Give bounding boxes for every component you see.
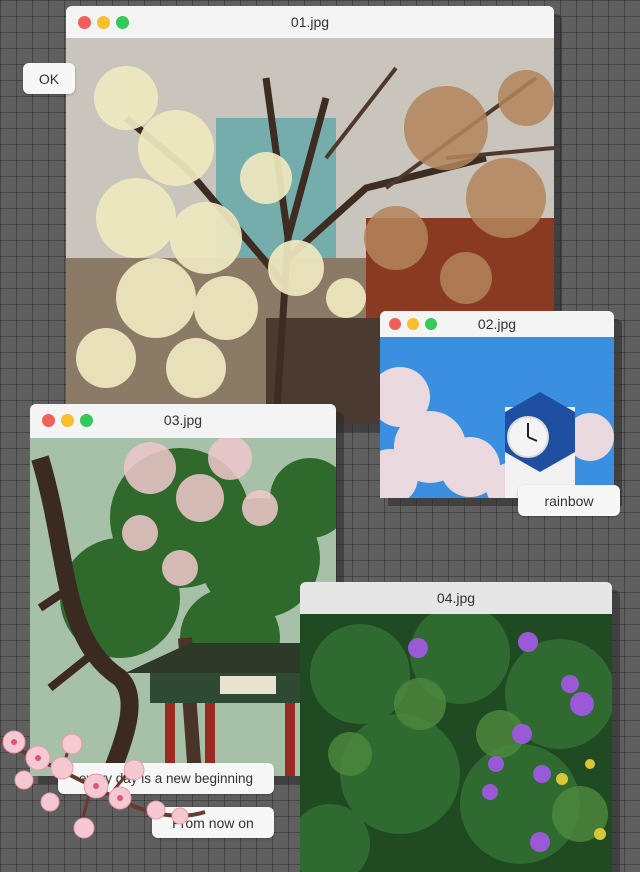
window-title: 04.jpg xyxy=(436,590,476,606)
clock-tower-photo xyxy=(380,337,614,498)
minimize-dot-icon[interactable] xyxy=(407,318,419,330)
pavilion-photo xyxy=(30,438,336,776)
window-titlebar[interactable]: 04.jpg xyxy=(300,582,612,614)
photo-window-03[interactable]: 03.jpg xyxy=(30,404,336,776)
close-dot-icon[interactable] xyxy=(42,413,55,427)
window-title: 01.jpg xyxy=(290,14,330,30)
window-titlebar[interactable]: 02.jpg xyxy=(380,311,614,337)
zoom-dot-icon[interactable] xyxy=(80,413,93,427)
photo-window-02[interactable]: 02.jpg xyxy=(380,311,614,498)
hibiscus-bush-photo xyxy=(300,614,612,872)
window-titlebar[interactable]: 03.jpg xyxy=(30,404,336,436)
traffic-lights xyxy=(389,318,437,330)
from-now-on-label: From now on xyxy=(152,807,274,838)
zoom-dot-icon[interactable] xyxy=(425,318,437,330)
ok-button[interactable]: OK xyxy=(23,63,75,94)
minimize-dot-icon[interactable] xyxy=(97,15,110,29)
window-titlebar[interactable]: 01.jpg xyxy=(66,6,554,38)
traffic-lights xyxy=(78,15,129,29)
new-beginning-label: every day is a new beginning xyxy=(58,763,274,794)
close-dot-icon[interactable] xyxy=(389,318,401,330)
photo-window-04[interactable]: 04.jpg xyxy=(300,582,612,872)
close-dot-icon[interactable] xyxy=(78,15,91,29)
minimize-dot-icon[interactable] xyxy=(61,413,74,427)
rainbow-label: rainbow xyxy=(518,485,620,516)
traffic-lights xyxy=(42,413,93,427)
zoom-dot-icon[interactable] xyxy=(116,15,129,29)
